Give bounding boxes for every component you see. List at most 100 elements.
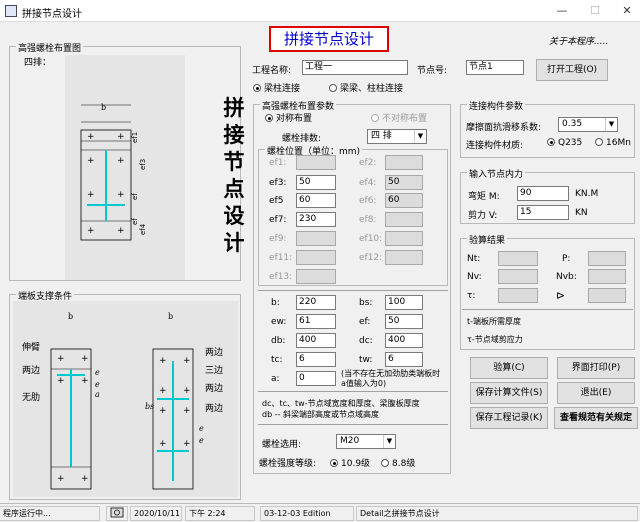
a-input[interactable]: 0 bbox=[296, 371, 336, 386]
result-nt-value bbox=[498, 251, 538, 266]
svg-text:+: + bbox=[159, 406, 167, 416]
ew-label: ew: bbox=[271, 317, 287, 327]
grade-10-9-label: 10.9级 bbox=[341, 459, 371, 469]
ef4-input[interactable]: 50 bbox=[385, 175, 423, 190]
note-tau: τ-节点域剪应力 bbox=[467, 335, 523, 344]
minimize-button[interactable]: — bbox=[552, 3, 572, 18]
note-dc-tc-tw: dc、tc、tw-节点域宽度和厚度、梁腹板厚度 bbox=[262, 399, 420, 408]
result-nvb-value bbox=[588, 269, 626, 284]
ew-input[interactable]: 61 bbox=[296, 314, 336, 329]
compare-icon: ⊳ bbox=[556, 289, 566, 302]
open-project-button[interactable]: 打开工程(O) bbox=[536, 59, 608, 81]
svg-text:+: + bbox=[87, 190, 95, 200]
connection-beam-column[interactable]: 梁柱连接 bbox=[253, 81, 300, 94]
radio-icon bbox=[595, 138, 603, 146]
db-input[interactable]: 400 bbox=[296, 333, 336, 348]
status-app: Detail之拼接节点设计 bbox=[356, 506, 638, 521]
material-q235-label: Q235 bbox=[558, 138, 583, 148]
radio-icon bbox=[329, 84, 337, 92]
svg-text:e: e bbox=[199, 424, 204, 433]
ef11-input[interactable] bbox=[296, 250, 336, 265]
moment-input[interactable]: 90 bbox=[517, 186, 569, 201]
svg-text:+: + bbox=[57, 376, 65, 386]
close-button[interactable]: ✕ bbox=[617, 3, 637, 18]
ef7-input[interactable]: 230 bbox=[296, 212, 336, 227]
ef13-input[interactable] bbox=[296, 269, 336, 284]
bolt-diagram-title: 高强螺栓布置图 bbox=[16, 41, 84, 54]
material-16mn[interactable]: 16Mn bbox=[595, 138, 631, 148]
endplate-label-r4: 两边 bbox=[205, 404, 224, 414]
ef9-input[interactable] bbox=[296, 231, 336, 246]
svg-text:+: + bbox=[159, 439, 167, 449]
print-button[interactable]: 界面打印(P) bbox=[557, 357, 635, 379]
ef3-label: ef3: bbox=[269, 178, 287, 188]
result-p-label: P: bbox=[562, 254, 571, 264]
divider bbox=[258, 290, 448, 291]
project-name-input[interactable]: 工程一 bbox=[302, 60, 408, 75]
bolt-rows-select-label: 螺栓排数: bbox=[282, 134, 322, 144]
dc-input[interactable]: 400 bbox=[385, 333, 423, 348]
grade-8-8[interactable]: 8.8级 bbox=[381, 456, 415, 469]
ef5-input[interactable]: 60 bbox=[296, 193, 336, 208]
ef8-input[interactable] bbox=[385, 212, 423, 227]
tc-input[interactable]: 6 bbox=[296, 352, 336, 367]
status-edition: 03-12-03 Edition bbox=[260, 506, 354, 521]
ef1-input[interactable] bbox=[296, 155, 336, 170]
connection-beam-beam[interactable]: 梁梁、柱柱连接 bbox=[329, 81, 403, 94]
radio-icon bbox=[371, 114, 379, 122]
svg-text:+: + bbox=[81, 376, 89, 386]
tw-label: tw: bbox=[359, 355, 373, 365]
view-spec-button[interactable]: 查看规范有关规定 bbox=[554, 407, 638, 429]
bolt-rows-select[interactable]: 四 排 ▼ bbox=[367, 129, 427, 144]
svg-text:a: a bbox=[95, 390, 100, 399]
save-record-button[interactable]: 保存工程记录(K) bbox=[470, 407, 548, 429]
material-q235[interactable]: Q235 bbox=[547, 138, 582, 148]
svg-text:+: + bbox=[87, 132, 95, 142]
svg-text:+: + bbox=[81, 354, 89, 364]
ef3-input[interactable]: 50 bbox=[296, 175, 336, 190]
layout-asymmetric-label: 不对称布置 bbox=[382, 114, 428, 124]
status-time: 下午 2:24 bbox=[185, 506, 255, 521]
results-title: 验算结果 bbox=[467, 233, 508, 246]
vertical-char: 节 bbox=[223, 150, 245, 174]
b-input[interactable]: 220 bbox=[296, 295, 336, 310]
ef12-input[interactable] bbox=[385, 250, 423, 265]
ef-input[interactable]: 50 bbox=[385, 314, 423, 329]
svg-text:e: e bbox=[95, 368, 100, 377]
bolt-select[interactable]: M20 ▼ bbox=[336, 434, 396, 449]
chevron-down-icon: ▼ bbox=[383, 435, 395, 448]
status-icon-cell bbox=[106, 506, 128, 521]
svg-text:+: + bbox=[81, 474, 89, 484]
tw-input[interactable]: 6 bbox=[385, 352, 423, 367]
svg-text:+: + bbox=[117, 156, 125, 166]
check-button[interactable]: 验算(C) bbox=[470, 357, 548, 379]
ef10-input[interactable] bbox=[385, 231, 423, 246]
ef2-input[interactable] bbox=[385, 155, 423, 170]
svg-text:+: + bbox=[159, 356, 167, 366]
svg-text:+: + bbox=[87, 226, 95, 236]
friction-select[interactable]: 0.35 ▼ bbox=[558, 117, 618, 132]
grade-10-9[interactable]: 10.9级 bbox=[330, 456, 370, 469]
save-calc-button[interactable]: 保存计算文件(S) bbox=[470, 382, 548, 404]
bs-input[interactable]: 100 bbox=[385, 295, 423, 310]
svg-text:+: + bbox=[159, 386, 167, 396]
exit-button[interactable]: 退出(E) bbox=[557, 382, 635, 404]
bolt-select-value: M20 bbox=[340, 436, 360, 446]
layout-symmetric[interactable]: 对称布置 bbox=[265, 111, 312, 124]
divider bbox=[258, 391, 448, 392]
shear-input[interactable]: 15 bbox=[517, 205, 569, 220]
ef6-input[interactable]: 60 bbox=[385, 193, 423, 208]
svg-text:+: + bbox=[117, 132, 125, 142]
member-params-title: 连接构件参数 bbox=[467, 99, 526, 112]
node-input[interactable]: 节点1 bbox=[466, 60, 524, 75]
ef8-label: ef8: bbox=[359, 215, 377, 225]
calculator-icon bbox=[110, 507, 124, 518]
db-label: db: bbox=[271, 336, 286, 346]
forces-title: 输入节点内力 bbox=[467, 167, 526, 180]
bolt-rows-select-value: 四 排 bbox=[371, 131, 392, 141]
moment-unit: KN.M bbox=[575, 189, 599, 199]
layout-symmetric-label: 对称布置 bbox=[276, 114, 313, 124]
layout-asymmetric[interactable]: 不对称布置 bbox=[371, 111, 427, 124]
maximize-button[interactable]: ☐ bbox=[585, 3, 605, 18]
about-link[interactable]: 关于本程序..... bbox=[549, 34, 608, 47]
